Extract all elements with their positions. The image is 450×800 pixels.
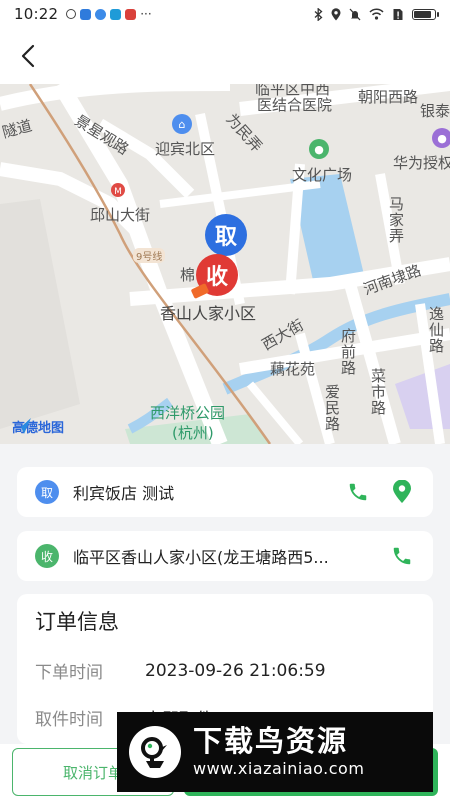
pickup-address-card[interactable]: 取 利宾饭店 测试 (17, 467, 433, 517)
park-poi-icon: ● (309, 139, 329, 159)
notification-icons (66, 8, 137, 20)
chevron-left-icon (21, 44, 35, 68)
search-app-icon (110, 8, 122, 20)
map-label-partial: 棉 (180, 266, 196, 284)
map-label-line9: 9号线 (133, 248, 166, 263)
order-info-title: 订单信息 (35, 610, 119, 634)
residential-poi-icon: ⌂ (172, 114, 192, 134)
app-notification-icon (80, 8, 92, 20)
order-detail-screen: 10:22 ··· M 临平区中西 医结合医院 朝阳西路 银泰 隧道 景星观路 … (0, 0, 450, 800)
map-label-park-2: (杭州) (172, 424, 214, 442)
navigate-pickup-button[interactable] (389, 479, 415, 505)
status-bar: 10:22 ··· (0, 0, 450, 28)
browser-notification-icon (95, 8, 107, 20)
call-delivery-button[interactable] (389, 543, 415, 569)
location-icon (331, 7, 341, 20)
shop-poi-icon: ● (432, 128, 450, 148)
map-label-bank: 银泰 (420, 102, 450, 120)
map-label-park-1: 西洋桥公园 (150, 404, 226, 422)
map-label-ouhuayuan: 藕花苑 (270, 360, 316, 378)
pickup-marker[interactable]: 取 (205, 214, 247, 256)
watermark-title: 下载鸟资源 (193, 724, 349, 758)
map-label-qiushan: 邱山大街 (90, 206, 151, 224)
map-label-road-aimin: 爱民路 (323, 384, 341, 432)
sim-alert-icon (393, 8, 403, 20)
cancel-order-label: 取消订单 (62, 763, 123, 782)
mute-icon (349, 8, 361, 20)
pickup-badge: 取 (35, 480, 59, 504)
order-created-label: 下单时间 (35, 663, 103, 683)
bird-logo-graphic (141, 737, 167, 768)
phone-icon (393, 547, 411, 565)
amap-logo: 高德地图 (12, 417, 64, 436)
phone-icon (349, 483, 367, 501)
call-pickup-button[interactable] (345, 479, 371, 505)
pickup-address: 利宾饭店 测试 (73, 484, 175, 503)
map-label-majianong: 马家弄 (387, 196, 405, 244)
map-label-road-fuqian: 府前路 (339, 328, 357, 376)
map-label-yingbin: 迎宾北区 (155, 140, 216, 158)
wifi-icon (369, 8, 384, 20)
mail-app-icon (125, 8, 137, 20)
order-row-created: 下单时间 2023-09-26 21:06:59 (35, 658, 415, 684)
map-label-culture-square: 文化广场 (292, 166, 353, 184)
status-time: 10:22 (14, 5, 59, 23)
delivery-address-card[interactable]: 收 临平区香山人家小区(龙王塘路西5... (17, 531, 433, 581)
more-notifications-icon: ··· (140, 7, 152, 21)
system-icons (314, 7, 439, 21)
watermark-banner: 下载鸟资源 www.xiazainiao.com (117, 712, 433, 792)
bluetooth-icon (314, 7, 323, 21)
battery-level (414, 10, 431, 18)
map-label-hospital-2: 医结合医院 (257, 96, 333, 114)
location-pin-icon (393, 480, 411, 503)
bird-logo-icon (129, 726, 181, 778)
back-button[interactable] (12, 40, 44, 72)
map-label-xiangshan: 香山人家小区 (160, 304, 257, 323)
chat-notification-icon (66, 9, 77, 19)
watermark-text: 下载鸟资源 www.xiazainiao.com (193, 724, 364, 780)
map-label-road-yixian: 逸仙路 (427, 306, 445, 354)
order-created-value: 2023-09-26 21:06:59 (145, 660, 326, 681)
nav-header (0, 28, 450, 84)
delivery-badge: 收 (35, 544, 59, 568)
route-map[interactable]: M 临平区中西 医结合医院 朝阳西路 银泰 隧道 景星观路 ⌂ 迎宾北区 为民弄… (0, 84, 450, 444)
map-label-huawei: 华为授权 (393, 154, 450, 172)
amap-logo-icon (13, 418, 31, 434)
battery-icon (412, 8, 439, 20)
svg-text:M: M (114, 187, 122, 197)
watermark-url: www.xiazainiao.com (193, 759, 365, 778)
map-label-road-chaoyang: 朝阳西路 (358, 88, 419, 106)
delivery-address: 临平区香山人家小区(龙王塘路西5... (73, 548, 329, 567)
map-label-road-caishi: 菜市路 (369, 368, 387, 416)
